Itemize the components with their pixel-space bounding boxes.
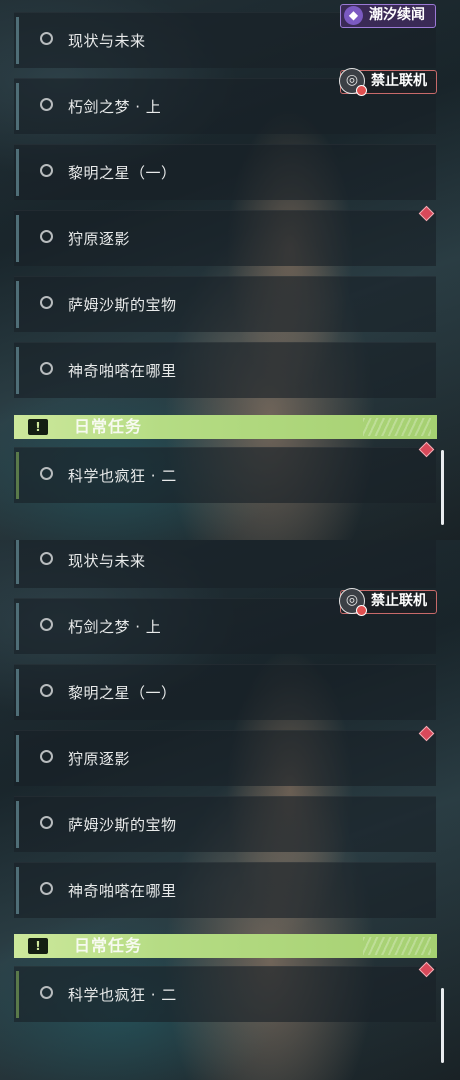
- quest-accent-bar: [16, 452, 19, 499]
- globe-blocked-icon: ◎: [339, 588, 367, 616]
- alert-icon: !: [28, 419, 48, 435]
- daily-quest-item[interactable]: 科学也疯狂 · 二: [14, 966, 436, 1022]
- quest-panel-bottom: 现状与未来 朽剑之梦 · 上 黎明之星（一） 狩原逐影 萨姆沙斯的宝物 神奇啪嗒…: [0, 540, 460, 1080]
- circle-outline-icon: [40, 684, 53, 697]
- quest-item[interactable]: 黎明之星（一）: [14, 144, 436, 200]
- quest-item[interactable]: 神奇啪嗒在哪里: [14, 862, 436, 918]
- daily-quest-header: ! 日常任务: [14, 415, 437, 439]
- tag-label: 禁止联机: [371, 73, 427, 89]
- tag-label: 禁止联机: [371, 593, 427, 609]
- tide-logo-icon: ◆: [344, 6, 363, 25]
- quest-item[interactable]: 黎明之星（一）: [14, 664, 436, 720]
- circle-outline-icon: [40, 230, 53, 243]
- circle-outline-icon: [40, 882, 53, 895]
- quest-item[interactable]: 现状与未来: [14, 540, 436, 588]
- circle-outline-icon: [40, 618, 53, 631]
- quest-accent-bar: [16, 281, 19, 328]
- quest-accent-bar: [16, 867, 19, 914]
- quest-label: 科学也疯狂 · 二: [68, 986, 177, 1004]
- quest-accent-bar: [16, 971, 19, 1018]
- header-stripe-decoration: [363, 418, 431, 436]
- scrollbar-thumb[interactable]: [441, 450, 444, 525]
- quest-label: 科学也疯狂 · 二: [68, 467, 177, 485]
- daily-quest-item[interactable]: 科学也疯狂 · 二: [14, 447, 436, 503]
- quest-label: 黎明之星（一）: [68, 164, 177, 182]
- quest-accent-bar: [16, 669, 19, 716]
- circle-outline-icon: [40, 296, 53, 309]
- quest-label: 现状与未来: [68, 32, 146, 50]
- circle-outline-icon: [40, 98, 53, 111]
- quest-accent-bar: [16, 83, 19, 130]
- no-online-tag: ◎ 禁止联机: [339, 588, 437, 616]
- quest-item[interactable]: 神奇啪嗒在哪里: [14, 342, 436, 398]
- quest-label: 黎明之星（一）: [68, 684, 177, 702]
- quest-accent-bar: [16, 215, 19, 262]
- circle-outline-icon: [40, 750, 53, 763]
- section-title: 日常任务: [74, 936, 143, 955]
- quest-accent-bar: [16, 149, 19, 196]
- quest-accent-bar: [16, 347, 19, 394]
- quest-label: 神奇啪嗒在哪里: [68, 882, 177, 900]
- quest-item[interactable]: 狩原逐影: [14, 730, 436, 786]
- quest-panel-top: 现状与未来 朽剑之梦 · 上 黎明之星（一） 狩原逐影 萨姆沙斯的宝物 神奇啪嗒…: [0, 0, 460, 540]
- circle-outline-icon: [40, 816, 53, 829]
- quest-label: 狩原逐影: [68, 230, 131, 248]
- quest-label: 萨姆沙斯的宝物: [68, 816, 177, 834]
- tag-label: 潮汐续闻: [369, 7, 425, 23]
- circle-outline-icon: [40, 986, 53, 999]
- no-online-tag: ◎ 禁止联机: [339, 68, 437, 96]
- quest-accent-bar: [16, 801, 19, 848]
- circle-outline-icon: [40, 164, 53, 177]
- header-stripe-decoration: [363, 937, 431, 955]
- alert-icon: !: [28, 938, 48, 954]
- globe-blocked-icon: ◎: [339, 68, 367, 96]
- quest-accent-bar: [16, 603, 19, 650]
- scrollbar-thumb[interactable]: [441, 988, 444, 1063]
- quest-accent-bar: [16, 540, 19, 584]
- quest-item[interactable]: 萨姆沙斯的宝物: [14, 796, 436, 852]
- circle-outline-icon: [40, 32, 53, 45]
- quest-item[interactable]: 萨姆沙斯的宝物: [14, 276, 436, 332]
- quest-label: 朽剑之梦 · 上: [68, 618, 162, 636]
- quest-accent-bar: [16, 17, 19, 64]
- quest-label: 现状与未来: [68, 552, 146, 570]
- circle-outline-icon: [40, 467, 53, 480]
- quest-item[interactable]: 狩原逐影: [14, 210, 436, 266]
- quest-label: 朽剑之梦 · 上: [68, 98, 162, 116]
- quest-accent-bar: [16, 735, 19, 782]
- section-title: 日常任务: [74, 417, 143, 436]
- quest-label: 狩原逐影: [68, 750, 131, 768]
- daily-quest-header: ! 日常任务: [14, 934, 437, 958]
- circle-outline-icon: [40, 552, 53, 565]
- circle-outline-icon: [40, 362, 53, 375]
- quest-label: 萨姆沙斯的宝物: [68, 296, 177, 314]
- tide-tag: ◆ 潮汐续闻: [340, 4, 436, 28]
- quest-label: 神奇啪嗒在哪里: [68, 362, 177, 380]
